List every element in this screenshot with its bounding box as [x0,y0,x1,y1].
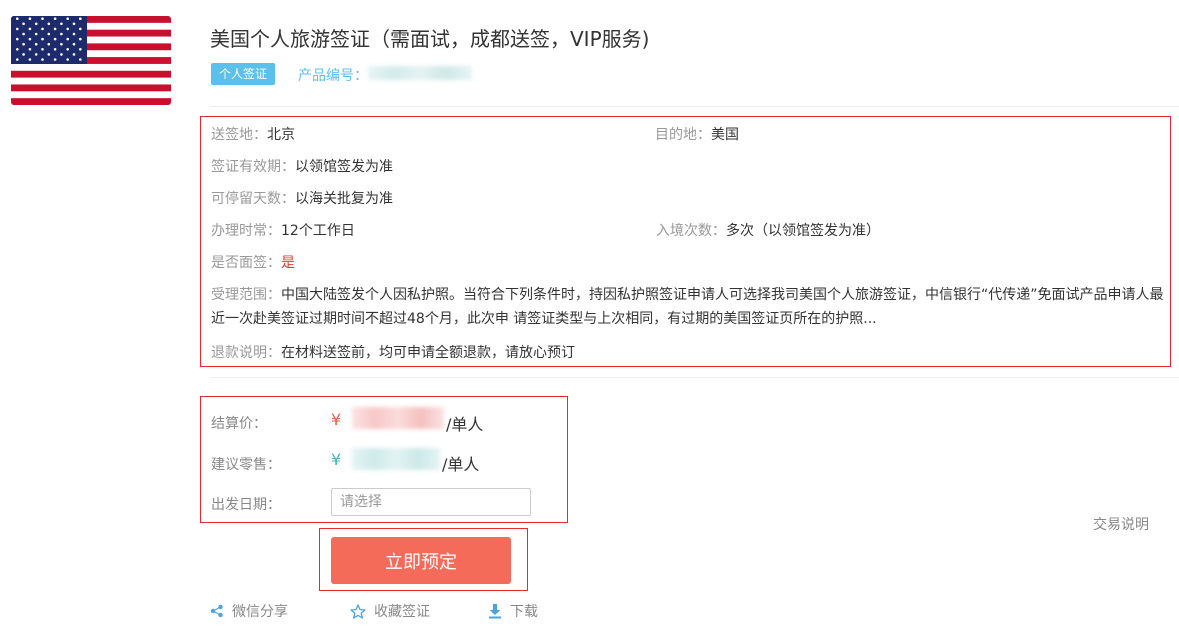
download-icon [489,604,501,619]
settle-price-value-redacted [352,407,444,429]
processing-time-row: 办理时常：12个工作日 [211,220,355,240]
refund-label: 退款说明： [211,345,281,361]
divider [210,106,1179,107]
divider [210,377,1179,378]
validity-label: 签证有效期： [211,159,295,175]
star-icon [350,603,366,619]
interview-value: 是 [281,255,295,271]
download-label: 下载 [510,604,538,620]
validity-row: 签证有效期：以领馆签发为准 [211,156,393,176]
send-place-value: 北京 [267,127,295,143]
download-button[interactable]: 下载 [488,601,538,621]
interview-row: 是否面签：是 [211,252,295,272]
destination-label: 目的地： [655,127,711,143]
departure-date-input[interactable] [331,488,531,516]
destination-row: 目的地：美国 [655,124,739,144]
settle-price-label: 结算价： [211,416,267,432]
settle-price-unit: /单人 [446,415,484,434]
destination-value: 美国 [711,127,739,143]
stay-days-label: 可停留天数： [211,191,295,207]
refund-value: 在材料送签前，均可申请全额退款，请放心预订 [281,345,575,361]
validity-value: 以领馆签发为准 [295,159,393,175]
us-flag-image [11,16,171,105]
send-place-row: 送签地：北京 [211,124,295,144]
product-title: 美国个人旅游签证（需面试，成都送签，VIP服务) [210,27,650,51]
processing-time-value: 12个工作日 [281,223,355,239]
retail-price-unit: /单人 [442,455,480,474]
product-number-label: 产品编号： [298,68,368,84]
retail-price-label: 建议零售： [211,457,281,473]
entries-label: 入境次数： [656,223,726,239]
favorite-visa-label: 收藏签证 [374,604,430,620]
wechat-share-button[interactable]: 微信分享 [210,601,288,621]
stay-days-row: 可停留天数：以海关批复为准 [211,188,393,208]
refund-row: 退款说明：在材料送签前，均可申请全额退款，请放心预订 [211,342,575,362]
retail-price-currency: ¥ [331,450,342,469]
trade-instructions-link[interactable]: 交易说明 [1093,514,1149,534]
stay-days-value: 以海关批复为准 [295,191,393,207]
scope-label: 受理范围： [211,287,281,303]
share-icon [210,604,223,618]
book-now-button[interactable]: 立即预定 [331,537,511,584]
favorite-visa-button[interactable]: 收藏签证 [350,601,430,621]
interview-label: 是否面签： [211,255,281,271]
entries-row: 入境次数：多次（以领馆签发为准） [656,220,880,240]
scope-row: 受理范围：中国大陆签发个人因私护照。当符合下列条件时，持因私护照签证申请人可选择… [211,283,1173,331]
retail-price-value-redacted [352,448,440,470]
product-number-value-redacted [368,66,472,80]
processing-time-label: 办理时常： [211,223,281,239]
departure-date-label: 出发日期： [211,497,281,513]
entries-value: 多次（以领馆签发为准） [726,223,880,239]
visa-type-badge: 个人签证 [211,63,276,85]
send-place-label: 送签地： [211,127,267,143]
settle-price-currency: ¥ [331,410,342,429]
scope-value: 中国大陆签发个人因私护照。当符合下列条件时，持因私护照签证申请人可选择我司美国个… [211,287,1164,327]
wechat-share-label: 微信分享 [232,604,288,620]
